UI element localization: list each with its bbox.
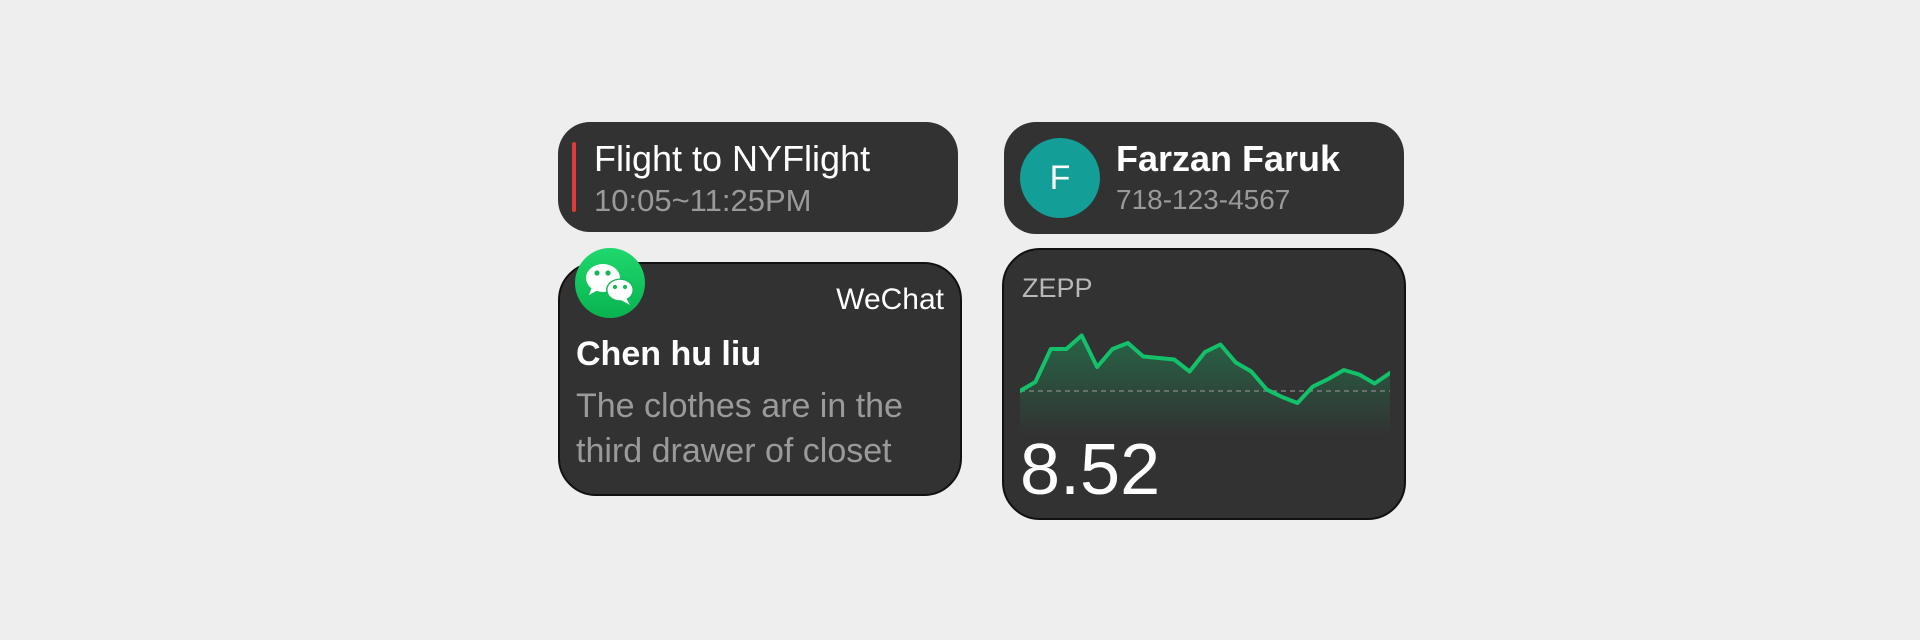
message-text: The clothes are in the third drawer of c… — [576, 387, 903, 470]
zepp-line-chart — [1020, 333, 1390, 436]
app-name: WeChat — [836, 283, 944, 316]
contact-phone: 718-123-4567 — [1116, 184, 1291, 215]
sender-name: Chen hu liu — [576, 335, 762, 373]
wechat-icon — [575, 248, 645, 318]
flight-time: 10:05~11:25PM — [594, 183, 812, 218]
flight-card[interactable]: Flight to NYFlight 10:05~11:25PM — [558, 122, 958, 232]
flight-title: Flight to NYFlight — [594, 138, 871, 179]
zepp-card[interactable]: ZEPP 8.52 — [1002, 248, 1406, 520]
contact-card[interactable]: F Farzan Faruk 718-123-4567 — [1004, 122, 1404, 234]
contact-name: Farzan Faruk — [1116, 138, 1341, 179]
flight-accent-bar — [572, 142, 576, 212]
zepp-label: ZEPP — [1022, 273, 1093, 303]
zepp-value: 8.52 — [1020, 430, 1161, 510]
avatar: F — [1020, 138, 1100, 218]
